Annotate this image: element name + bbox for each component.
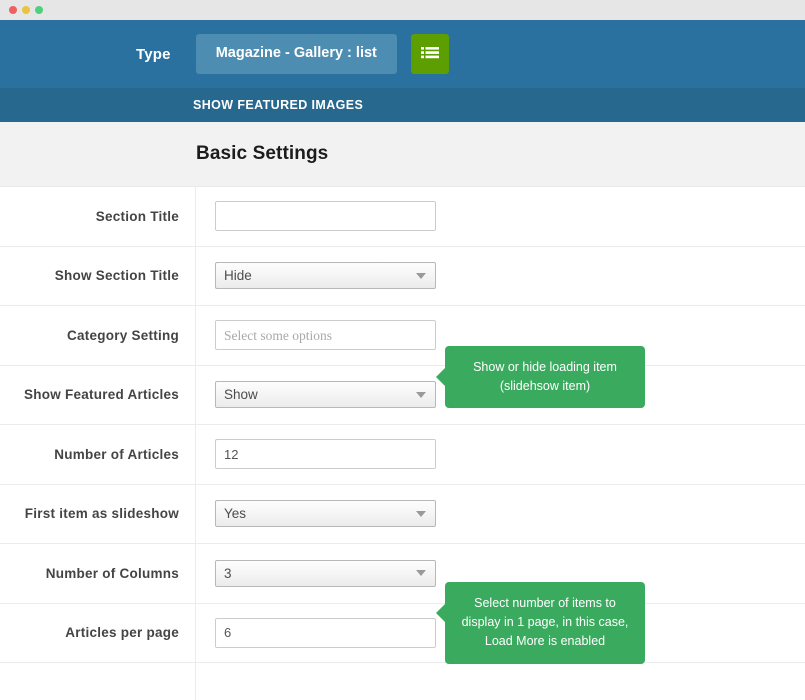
field-label: Articles per page <box>65 625 179 641</box>
field-cell: Select number of items to display in 1 p… <box>196 581 805 664</box>
chevron-down-icon <box>416 510 426 517</box>
field-cell: Hide <box>196 247 805 306</box>
label-cell: Category Setting <box>0 306 196 365</box>
form-row-number-of-articles: Number of Articles <box>0 425 805 485</box>
list-icon <box>420 46 439 62</box>
articles-per-page-input[interactable] <box>215 617 436 648</box>
menu-button[interactable] <box>410 34 449 74</box>
label-cell: Articles per page <box>0 603 196 662</box>
label-cell: Number of Columns <box>0 544 196 603</box>
minimize-icon[interactable] <box>22 6 30 14</box>
label-cell: Show Featured Articles <box>0 365 196 424</box>
field-cell <box>196 187 805 246</box>
field-label: First item as slideshow <box>24 506 179 522</box>
field-label: Section Title <box>95 208 179 224</box>
field-cell: Yes <box>196 485 805 544</box>
tooltip-articles-per-page: Select number of items to display in 1 p… <box>436 581 645 664</box>
field-cell <box>196 425 805 484</box>
form-row-category-setting: Category Setting <box>0 306 805 366</box>
page-title: Basic Settings <box>196 143 329 164</box>
first-item-as-slideshow-select[interactable]: Yes <box>215 500 436 528</box>
form-row-articles-per-page: Articles per page Select number of items… <box>0 581 805 664</box>
label-cell: Number of Articles <box>0 425 196 484</box>
label-cell: Show Section Title <box>0 246 196 305</box>
tooltip-line: Load More is enabled <box>484 634 606 649</box>
tooltip-line: Show or hide loading item <box>473 359 617 374</box>
field-label: Category Setting <box>66 327 179 343</box>
field-label: Show Featured Articles <box>23 387 179 403</box>
show-section-title-select[interactable]: Hide <box>215 262 436 290</box>
tooltip-line: (slidehsow item) <box>499 378 591 393</box>
app-window: Type Magazine - Gallery : list SHOW FEAT… <box>0 0 805 700</box>
window-titlebar <box>0 0 805 20</box>
settings-form: Section Title Show Section Title Hide Ca… <box>0 186 805 700</box>
select-value: Show <box>224 387 258 403</box>
field-label: Number of Columns <box>45 565 179 581</box>
select-value: 3 <box>224 565 232 581</box>
chevron-down-icon <box>416 272 426 279</box>
field-label: Show Section Title <box>54 268 179 284</box>
field-cell: Show Show or hide loading item (slidehso… <box>196 345 805 425</box>
number-of-articles-input[interactable] <box>215 439 436 470</box>
chevron-down-icon <box>416 391 426 398</box>
tooltip-line: Select number of items to <box>474 595 616 610</box>
chevron-down-icon <box>416 570 426 577</box>
section-band: Basic Settings <box>0 122 805 186</box>
tooltip-show-featured-articles: Show or hide loading item (slidehsow ite… <box>436 345 645 409</box>
select-value: Yes <box>224 506 247 522</box>
subheader-title: SHOW FEATURED IMAGES <box>193 98 364 112</box>
form-row-section-title: Section Title <box>0 187 805 247</box>
form-row-show-featured-articles: Show Featured Articles Show Show or hide… <box>0 345 805 425</box>
form-row-number-of-columns: Number of Columns 3 <box>0 544 805 604</box>
form-row-show-section-title: Show Section Title Hide <box>0 246 805 306</box>
number-of-columns-select[interactable]: 3 <box>215 559 436 587</box>
show-featured-articles-select[interactable]: Show <box>215 381 436 409</box>
close-icon[interactable] <box>9 6 17 14</box>
type-bar: Type Magazine - Gallery : list <box>0 20 805 88</box>
label-cell <box>0 663 196 700</box>
tooltip-line: display in 1 page, in this case, <box>461 614 629 629</box>
subheader-bar: SHOW FEATURED IMAGES <box>0 88 805 122</box>
type-label: Type <box>136 45 171 63</box>
form-row-trailing <box>0 663 805 700</box>
category-setting-input[interactable] <box>215 320 436 351</box>
select-value: Hide <box>224 268 252 284</box>
form-row-first-item-as-slideshow: First item as slideshow Yes <box>0 484 805 544</box>
section-title-input[interactable] <box>215 201 436 232</box>
type-selector[interactable]: Magazine - Gallery : list <box>195 34 397 74</box>
label-cell: Section Title <box>0 187 196 246</box>
label-cell: First item as slideshow <box>0 484 196 543</box>
field-label: Number of Articles <box>54 446 179 462</box>
maximize-icon[interactable] <box>35 6 43 14</box>
